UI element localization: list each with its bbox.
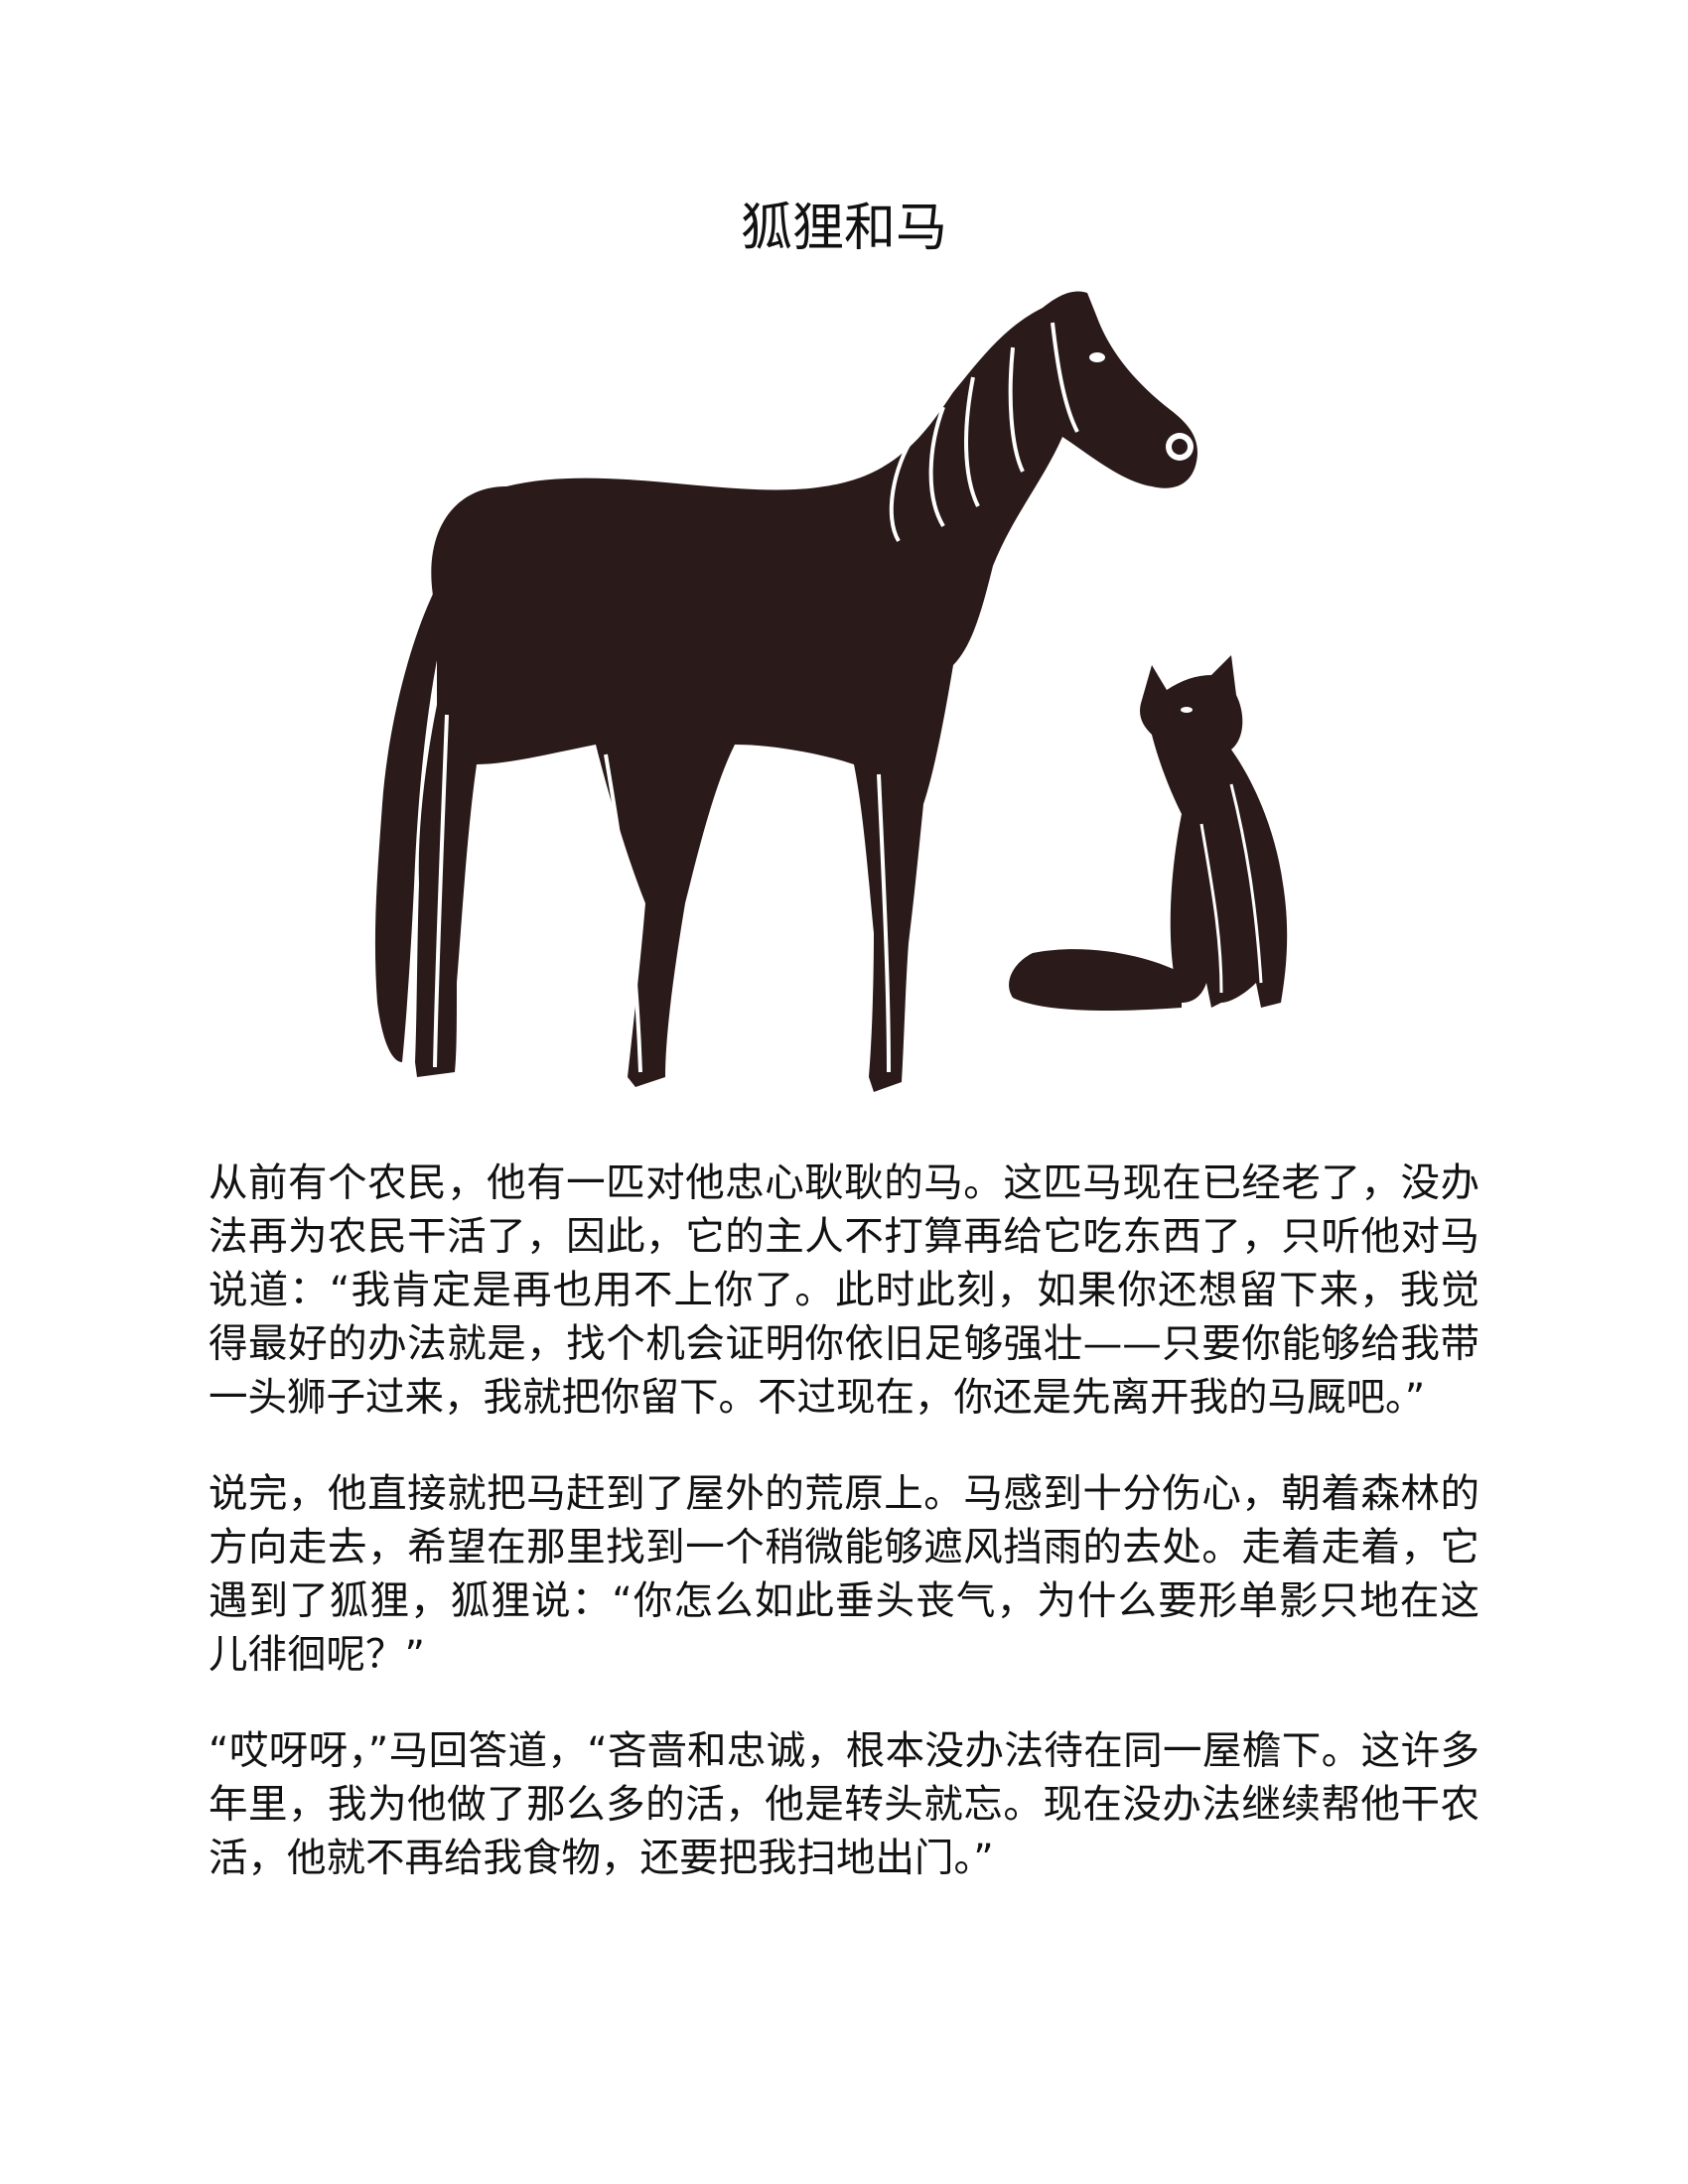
document-page: 狐狸和马 从前有个农民，他有一匹对他忠心耿耿的马。这匹马现在已经老了，没办法再为…	[0, 0, 1688, 2184]
page-title: 狐狸和马	[740, 199, 947, 258]
fox-icon	[1009, 655, 1288, 1011]
paragraph: 说完，他直接就把马赶到了屋外的荒原上。马感到十分伤心，朝着森林的方向走去，希望在…	[209, 1471, 1479, 1678]
paragraph: “哎呀呀，”马回答道，“吝啬和忠诚，根本没办法待在同一屋檐下。这许多年里，我为他…	[209, 1728, 1479, 1881]
paragraph: 从前有个农民，他有一匹对他忠心耿耿的马。这匹马现在已经老了，没办法再为农民干活了…	[209, 1160, 1479, 1421]
illustration	[374, 291, 1288, 1092]
story-text: 从前有个农民，他有一匹对他忠心耿耿的马。这匹马现在已经老了，没办法再为农民干活了…	[209, 1157, 1479, 1928]
